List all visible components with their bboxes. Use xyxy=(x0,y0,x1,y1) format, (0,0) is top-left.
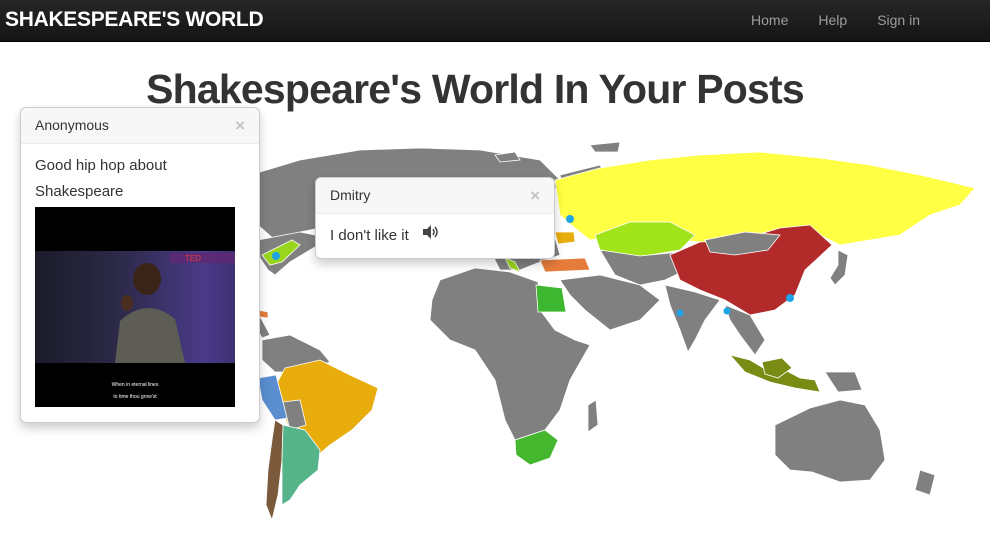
video-caption-line-2: to time thou grow'st xyxy=(113,394,157,400)
popover-author: Anonymous xyxy=(35,117,109,133)
country-turkey[interactable] xyxy=(539,257,591,273)
popover-header: Anonymous × xyxy=(21,108,259,144)
video-thumbnail[interactable]: TED When in eternal lines to time thou g… xyxy=(35,207,235,407)
country-ukraine[interactable] xyxy=(554,231,576,245)
country-madagascar[interactable] xyxy=(587,399,599,433)
map-marker[interactable] xyxy=(272,252,280,260)
map-marker[interactable] xyxy=(786,294,794,302)
map-marker[interactable] xyxy=(566,215,574,223)
country-australia[interactable] xyxy=(774,399,886,483)
country-chile[interactable] xyxy=(265,419,284,522)
close-icon[interactable]: × xyxy=(530,178,540,213)
popover-body: Good hip hop about Shakespeare TED When … xyxy=(21,144,259,416)
popover-header: Dmitry × xyxy=(316,178,554,214)
country-svalbard[interactable] xyxy=(589,141,621,153)
popover-body: I don't like it xyxy=(316,214,554,258)
popover-author: Dmitry xyxy=(330,187,371,203)
country-north-africa[interactable] xyxy=(429,267,591,441)
performer-image: TED xyxy=(115,253,235,363)
video-frame: TED xyxy=(35,251,235,363)
page-title: Shakespeare's World In Your Posts xyxy=(146,66,805,112)
country-egypt[interactable] xyxy=(535,284,567,313)
video-caption-line-1: When in eternal lines xyxy=(111,382,159,388)
popover-text: Good hip hop about Shakespeare xyxy=(35,157,167,200)
country-japan[interactable] xyxy=(829,249,849,286)
country-new-zealand[interactable] xyxy=(914,469,936,496)
post-popover-dmitry: Dmitry × I don't like it xyxy=(315,177,555,259)
post-popover-anonymous: Anonymous × Good hip hop about Shakespea… xyxy=(20,107,260,423)
svg-text:TED: TED xyxy=(185,254,201,263)
popover-text: I don't like it xyxy=(330,227,409,244)
speaker-icon[interactable] xyxy=(421,223,441,249)
close-icon[interactable]: × xyxy=(235,108,245,143)
country-papua[interactable] xyxy=(824,371,863,393)
map-marker[interactable] xyxy=(723,307,731,315)
map-marker[interactable] xyxy=(676,309,684,317)
